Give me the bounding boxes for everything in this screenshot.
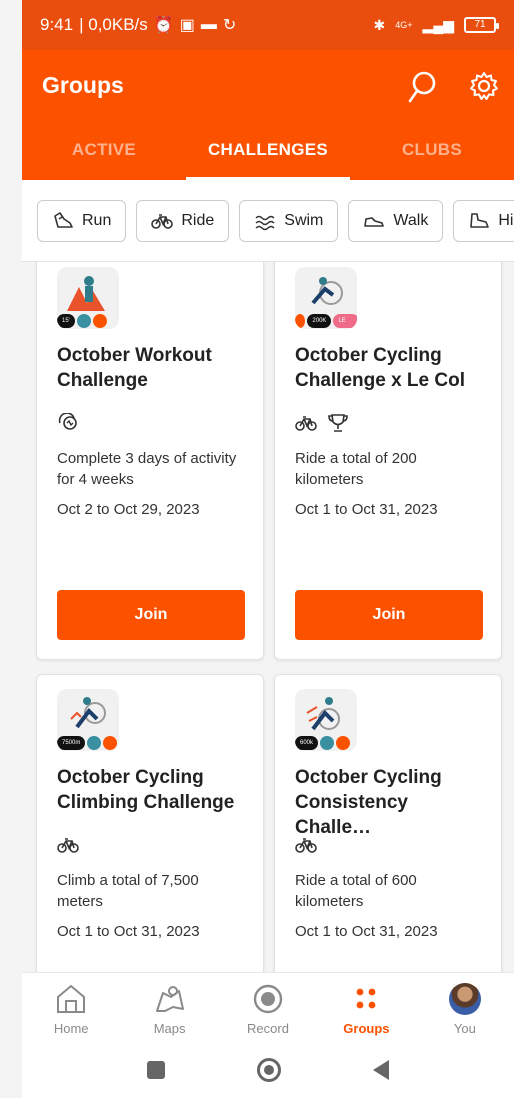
challenge-badge: 600k xyxy=(295,689,357,751)
challenge-badge: 7500m xyxy=(57,689,119,751)
nav-label: You xyxy=(453,1021,476,1036)
challenge-dates: Oct 1 to Oct 31, 2023 xyxy=(295,501,438,518)
challenge-description: Ride a total of 600 kilometers xyxy=(295,872,417,910)
badge-label-secondary: LE COL xyxy=(333,314,357,328)
challenge-title-text: October Cycling Consistency Challe… xyxy=(295,767,442,838)
challenge-grid: 15' October Workout Challenge Complete 3… xyxy=(22,262,514,972)
home-icon xyxy=(57,984,86,1013)
badge-label: 7500m xyxy=(57,736,86,750)
avatar xyxy=(448,983,481,1015)
tab-active[interactable]: ACTIVE xyxy=(22,120,186,180)
tab-bar: ACTIVE CHALLENGES CLUBS xyxy=(22,120,514,180)
challenge-dates: Oct 1 to Oct 31, 2023 xyxy=(295,923,438,940)
page-title: Groups xyxy=(42,72,124,98)
bluetooth-icon: ✱ xyxy=(373,16,386,33)
activity-icon xyxy=(58,413,77,430)
alarm-icon: ⏰ xyxy=(153,17,174,34)
recent-apps-button[interactable] xyxy=(147,1061,165,1079)
nav-label: Home xyxy=(53,1021,89,1036)
groups-icon xyxy=(357,988,376,1009)
nav-you[interactable]: You xyxy=(416,973,514,1042)
status-time: 9:41 xyxy=(40,15,74,34)
challenge-card[interactable]: 200KLE COL October Cycling Challenge x L… xyxy=(274,262,502,660)
challenge-badge: 200KLE COL xyxy=(295,267,357,329)
bottom-nav: Home Maps Record Groups You xyxy=(22,972,514,1042)
sync-icon: ↻ xyxy=(222,17,237,34)
waves-icon xyxy=(255,215,275,230)
nav-label: Groups xyxy=(343,1021,390,1036)
tab-clubs[interactable]: CLUBS xyxy=(350,120,514,180)
nav-maps[interactable]: Maps xyxy=(120,973,218,1042)
nfc-icon: ▣ xyxy=(179,17,195,34)
record-icon xyxy=(253,984,283,1014)
challenge-description: Ride a total of 200 kilometers xyxy=(295,450,417,488)
challenge-card[interactable]: 15' October Workout Challenge Complete 3… xyxy=(36,262,264,660)
system-nav-bar xyxy=(22,1042,514,1098)
challenge-card[interactable]: 7500m October Cycling Climbing Challenge… xyxy=(36,674,264,972)
challenge-card[interactable]: 600k October Cycling Consistency Challe…… xyxy=(274,674,502,972)
status-bar: 9:41 | 0,0KB/s ⏰ ▣ ▬ ↻ ✱ 4G+ ▂▄▆ 71 xyxy=(22,0,514,50)
challenge-sport-icons xyxy=(57,835,79,855)
battery-icon: 71 xyxy=(464,17,499,33)
nav-label: Record xyxy=(247,1021,289,1036)
filter-label: Hike xyxy=(498,211,514,229)
briefcase-icon: ▬ xyxy=(200,16,217,33)
filter-run[interactable]: Run xyxy=(37,199,127,242)
bike-icon xyxy=(151,213,174,229)
nav-label: Maps xyxy=(153,1021,186,1036)
challenge-sport-icons xyxy=(295,835,317,855)
filter-label: Run xyxy=(82,211,112,229)
badge-label: 200K xyxy=(307,314,332,328)
challenge-dates: Oct 2 to Oct 29, 2023 xyxy=(57,501,200,518)
signal-icon: ▂▄▆ xyxy=(422,16,454,33)
bike-icon xyxy=(57,838,79,853)
sport-filter-bar: Run Ride Swim Walk Hike xyxy=(22,180,514,262)
challenge-title: October Cycling Consistency Challe… xyxy=(295,765,485,840)
hike-boot-icon xyxy=(470,212,490,228)
trophy-icon xyxy=(328,414,348,432)
challenge-title: October Cycling Challenge x Le Col xyxy=(295,343,485,393)
nav-groups[interactable]: Groups xyxy=(317,973,415,1042)
challenge-sport-icons xyxy=(295,413,349,433)
back-button[interactable] xyxy=(373,1060,389,1080)
shoe-icon xyxy=(54,211,73,228)
filter-label: Swim xyxy=(284,211,324,229)
badge-label: 600k xyxy=(295,736,319,750)
challenge-description: Complete 3 days of activity for 4 weeks xyxy=(57,450,237,488)
filter-label: Walk xyxy=(393,211,429,229)
home-button[interactable] xyxy=(257,1058,281,1082)
challenge-title-text: October Cycling Challenge x Le Col xyxy=(295,345,465,391)
challenge-title-text: October Workout Challenge xyxy=(57,345,212,391)
filter-ride[interactable]: Ride xyxy=(136,199,230,242)
map-icon xyxy=(155,986,184,1012)
filter-hike[interactable]: Hike xyxy=(453,199,514,242)
walk-shoe-icon xyxy=(364,216,385,227)
search-icon[interactable] xyxy=(407,70,437,104)
challenge-dates: Oct 1 to Oct 31, 2023 xyxy=(57,923,200,940)
filter-swim[interactable]: Swim xyxy=(239,199,339,242)
badge-label: 15' xyxy=(57,314,75,328)
app-frame: 9:41 | 0,0KB/s ⏰ ▣ ▬ ↻ ✱ 4G+ ▂▄▆ 71 Grou… xyxy=(22,0,514,1098)
nav-home[interactable]: Home xyxy=(22,973,120,1042)
challenge-title-text: October Cycling Climbing Challenge xyxy=(57,767,235,813)
challenge-badge: 15' xyxy=(57,267,119,329)
filter-label: Ride xyxy=(181,211,215,229)
tab-challenges[interactable]: CHALLENGES xyxy=(186,120,350,180)
nav-record[interactable]: Record xyxy=(219,973,317,1042)
network-label: 4G+ xyxy=(395,20,413,30)
join-button[interactable]: Join xyxy=(57,590,245,640)
challenge-description: Climb a total of 7,500 meters xyxy=(57,872,199,910)
challenge-sport-icons xyxy=(57,413,79,433)
join-button[interactable]: Join xyxy=(295,590,483,640)
challenge-title: October Cycling Climbing Challenge xyxy=(57,765,247,815)
challenge-title: October Workout Challenge xyxy=(57,343,247,393)
bike-icon xyxy=(295,838,317,853)
filter-walk[interactable]: Walk xyxy=(348,199,444,242)
network-speed: | 0,0KB/s xyxy=(79,15,148,34)
app-bar: Groups ACTIVE CHALLENGES CLUBS xyxy=(22,50,514,180)
bike-icon xyxy=(295,416,317,431)
gear-icon[interactable] xyxy=(468,70,500,102)
